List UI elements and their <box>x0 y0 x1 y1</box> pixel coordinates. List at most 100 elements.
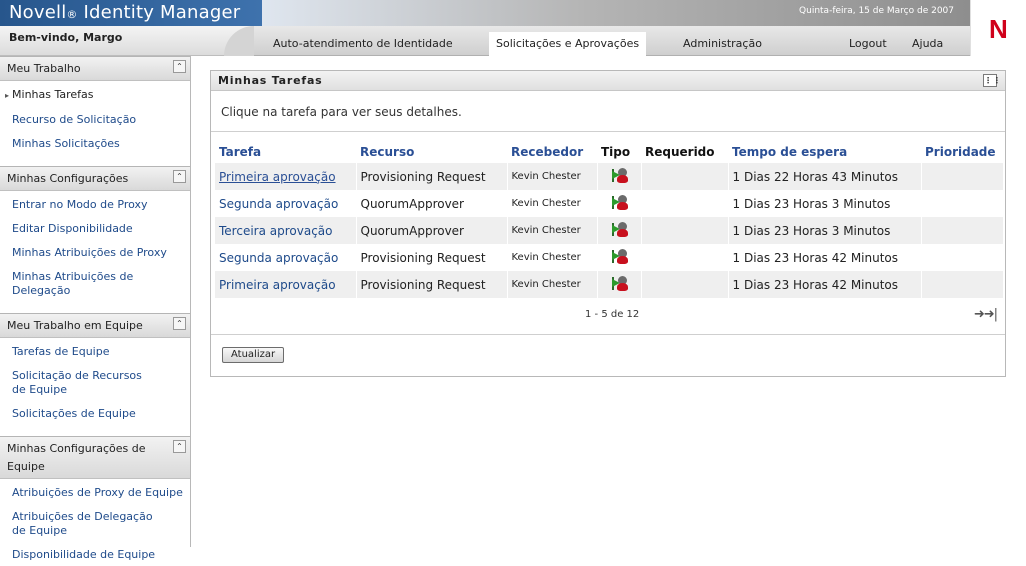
type-cell <box>597 163 642 190</box>
approval-flag-person-icon <box>611 167 628 183</box>
approval-flag-person-icon <box>611 221 628 237</box>
sidebar-item-tarefas-equipe[interactable]: Tarefas de Equipe <box>0 345 190 359</box>
col-header-tempo-espera[interactable]: Tempo de espera <box>728 141 921 163</box>
task-link[interactable]: Primeira aprovação <box>215 163 357 190</box>
brand-name: Novell <box>9 2 67 23</box>
tasks-table: Tarefa Recurso Recebedor Tipo Requerido … <box>215 141 1004 298</box>
sidebar-item-recurso-solicitacao[interactable]: Recurso de Solicitação <box>0 113 190 127</box>
required-cell <box>641 163 729 190</box>
approval-flag-person-icon <box>611 275 628 291</box>
tasks-panel: Minhas Tarefas ⋮⋮ Clique na tarefa para … <box>210 70 1006 377</box>
type-cell <box>597 271 642 298</box>
grid-menu-icon[interactable]: ⋮⋮ <box>983 74 1001 87</box>
logout-link[interactable]: Logout <box>842 32 894 56</box>
novell-logo: N <box>970 0 1026 56</box>
approval-flag-person-icon <box>611 248 628 264</box>
sidebar-section-header: Minhas Configurações ⌃ <box>0 166 190 191</box>
col-header-tarefa[interactable]: Tarefa <box>215 141 356 163</box>
main-nav: Auto-atendimento de Identidade Solicitaç… <box>224 26 970 56</box>
panel-title: Minhas Tarefas ⋮⋮ <box>211 71 1005 91</box>
type-cell <box>597 217 642 244</box>
sidebar-section-title: Meu Trabalho <box>7 62 81 75</box>
priority-cell <box>921 217 1004 244</box>
wait-time-cell: 1 Dias 23 Horas 42 Minutos <box>728 271 922 298</box>
collapse-up-icon[interactable]: ⌃ <box>173 60 186 73</box>
tab-solicitacoes-aprovacoes[interactable]: Solicitações e Aprovações <box>489 32 647 56</box>
sidebar-item-disponibilidade-equipe[interactable]: Disponibilidade de Equipe <box>0 548 190 562</box>
sidebar-item-atribuicoes-proxy[interactable]: Minhas Atribuições de Proxy <box>0 246 190 260</box>
sidebar-item-solicitacoes-equipe[interactable]: Solicitações de Equipe <box>0 407 190 421</box>
sidebar-section-header: Meu Trabalho ⌃ <box>0 56 190 81</box>
task-link[interactable]: Terceira aprovação <box>215 217 357 244</box>
col-header-requerido: Requerido <box>645 145 715 159</box>
sidebar-item-atribuicoes-delegacao[interactable]: Minhas Atribuições de Delegação <box>0 270 150 298</box>
brand-registered-mark: ® <box>66 8 78 21</box>
table-row: Primeira aprovação Provisioning Request … <box>215 163 1004 190</box>
recipient-cell: Kevin Chester <box>507 190 598 217</box>
resource-cell: Provisioning Request <box>356 163 508 190</box>
col-header-recebedor[interactable]: Recebedor <box>507 141 597 163</box>
sidebar-item-editar-disponibilidade[interactable]: Editar Disponibilidade <box>0 222 190 236</box>
novell-n-logo: N <box>989 14 1008 44</box>
priority-cell <box>921 244 1004 271</box>
collapse-up-icon[interactable]: ⌃ <box>173 170 186 183</box>
required-cell <box>641 271 729 298</box>
sidebar-item-atribuicoes-delegacao-equipe[interactable]: Atribuições de Delegação de Equipe <box>0 510 170 538</box>
arrow-right-icon[interactable]: ➜ <box>974 307 985 322</box>
table-row: Segunda aprovação Provisioning Request K… <box>215 244 1004 271</box>
collapse-up-icon[interactable]: ⌃ <box>173 317 186 330</box>
tab-auto-atendimento[interactable]: Auto-atendimento de Identidade <box>266 32 460 56</box>
pagination-status: 1 - 5 de 12 <box>585 309 640 320</box>
current-date: Quinta-feira, 15 de Março de 2007 <box>799 6 954 16</box>
type-cell <box>597 244 642 271</box>
arrow-last-icon[interactable]: ➜| <box>984 307 998 322</box>
collapse-up-icon[interactable]: ⌃ <box>173 440 186 453</box>
col-header-recurso[interactable]: Recurso <box>356 141 507 163</box>
sidebar-item-atribuicoes-proxy-equipe[interactable]: Atribuições de Proxy de Equipe <box>0 486 190 500</box>
tab-administracao[interactable]: Administração <box>676 32 769 56</box>
refresh-button[interactable]: Atualizar <box>222 347 285 363</box>
col-header-prioridade[interactable]: Prioridade <box>921 141 1004 163</box>
sidebar-item-minhas-solicitacoes[interactable]: Minhas Solicitações <box>0 137 190 151</box>
recipient-cell: Kevin Chester <box>507 271 598 298</box>
resource-cell: QuorumApprover <box>356 190 508 217</box>
resource-cell: Provisioning Request <box>356 244 508 271</box>
task-link[interactable]: Primeira aprovação <box>215 271 357 298</box>
approval-flag-person-icon <box>611 194 628 210</box>
wait-time-cell: 1 Dias 23 Horas 42 Minutos <box>728 244 922 271</box>
table-row: Terceira aprovação QuorumApprover Kevin … <box>215 217 1004 244</box>
app-title: Novell® Identity Manager <box>0 0 262 26</box>
sidebar-section-meu-trabalho: Meu Trabalho ⌃ Minhas Tarefas Recurso de… <box>0 56 190 166</box>
divider <box>211 334 1005 335</box>
sidebar-section-header: Minhas Configurações de Equipe ⌃ <box>0 436 190 479</box>
top-strip: Quinta-feira, 15 de Março de 2007 <box>262 0 970 26</box>
wait-time-cell: 1 Dias 22 Horas 43 Minutos <box>728 163 922 190</box>
sidebar-section-minhas-configuracoes: Minhas Configurações ⌃ Entrar no Modo de… <box>0 166 190 313</box>
sidebar: Meu Trabalho ⌃ Minhas Tarefas Recurso de… <box>0 56 191 561</box>
table-header-row: Tarefa Recurso Recebedor Tipo Requerido … <box>215 141 1004 163</box>
sidebar-section-trabalho-equipe: Meu Trabalho em Equipe ⌃ Tarefas de Equi… <box>0 313 190 436</box>
recipient-cell: Kevin Chester <box>507 244 598 271</box>
welcome-message: Bem-vindo, Margo <box>0 26 262 56</box>
sidebar-item-solicitacao-recursos-equipe[interactable]: Solicitação de Recursos de Equipe <box>0 369 165 397</box>
task-link[interactable]: Segunda aprovação <box>215 244 357 271</box>
task-link[interactable]: Segunda aprovação <box>215 190 357 217</box>
product-name: Identity Manager <box>83 2 241 23</box>
recipient-cell: Kevin Chester <box>507 163 598 190</box>
sidebar-item-minhas-tarefas[interactable]: Minhas Tarefas <box>0 88 190 103</box>
priority-cell <box>921 190 1004 217</box>
help-link[interactable]: Ajuda <box>905 32 950 56</box>
sidebar-section-title: Minhas Configurações <box>7 172 129 185</box>
pagination-controls: ➜➜| <box>974 307 998 322</box>
col-header-tipo: Tipo <box>601 145 631 159</box>
sidebar-item-entrar-modo-proxy[interactable]: Entrar no Modo de Proxy <box>0 198 190 212</box>
divider <box>211 131 1005 132</box>
wait-time-cell: 1 Dias 23 Horas 3 Minutos <box>728 217 922 244</box>
priority-cell <box>921 271 1004 298</box>
priority-cell <box>921 163 1004 190</box>
resource-cell: Provisioning Request <box>356 271 508 298</box>
required-cell <box>641 217 729 244</box>
sidebar-section-title: Meu Trabalho em Equipe <box>7 319 143 332</box>
recipient-cell: Kevin Chester <box>507 217 598 244</box>
panel-title-text: Minhas Tarefas <box>218 74 323 87</box>
